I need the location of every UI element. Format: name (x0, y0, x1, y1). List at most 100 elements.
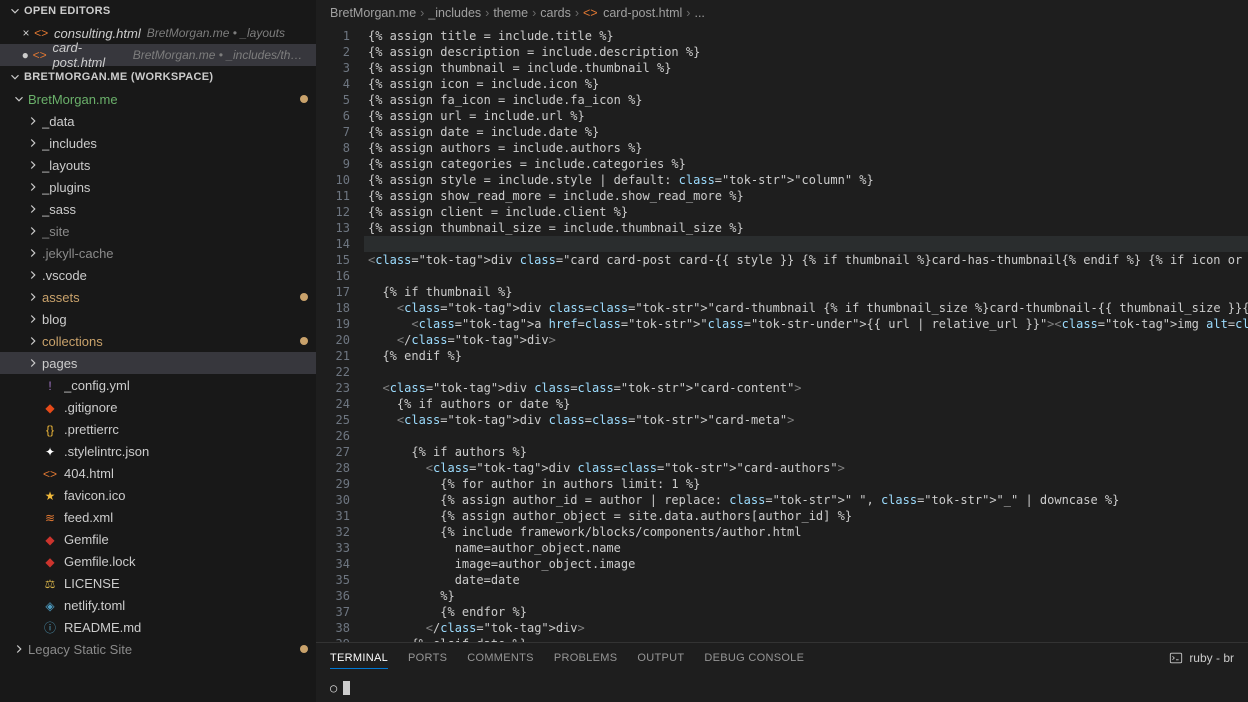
code-line[interactable]: </class="tok-tag">div> (364, 332, 1248, 348)
panel-tab-debug-console[interactable]: DEBUG CONSOLE (704, 652, 804, 664)
tree-file[interactable]: ! _config.yml (0, 374, 316, 396)
code-line[interactable]: <class="tok-tag">div class="card card-po… (364, 252, 1248, 268)
tree-file[interactable]: ◆ Gemfile (0, 528, 316, 550)
code-line[interactable]: {% include framework/blocks/components/a… (364, 524, 1248, 540)
code-line[interactable] (364, 268, 1248, 284)
open-editor-item[interactable]: ● <> card-post.html BretMorgan.me • _inc… (0, 44, 316, 66)
chevron-right-icon (26, 202, 40, 216)
file-icon: ◆ (42, 532, 58, 547)
code-line[interactable]: %} (364, 588, 1248, 604)
tree-item-label: _sass (42, 202, 308, 217)
tree-item-label: _plugins (42, 180, 308, 195)
breadcrumb-item[interactable]: ... (694, 6, 704, 20)
code-line[interactable] (364, 364, 1248, 380)
code-line[interactable]: {% assign thumbnail = include.thumbnail … (364, 60, 1248, 76)
code-line[interactable]: date=date (364, 572, 1248, 588)
tree-file[interactable]: {} .prettierrc (0, 418, 316, 440)
panel-tab-problems[interactable]: PROBLEMS (554, 652, 618, 664)
tree-file[interactable]: ≋ feed.xml (0, 506, 316, 528)
terminal-body[interactable]: ○ (316, 673, 1248, 702)
tree-folder[interactable]: _includes (0, 132, 316, 154)
code-line[interactable]: {% assign author_object = site.data.auth… (364, 508, 1248, 524)
code-line[interactable]: <class="tok-tag">div class=class="tok-st… (364, 412, 1248, 428)
tree-folder[interactable]: _sass (0, 198, 316, 220)
tree-folder[interactable]: _layouts (0, 154, 316, 176)
tree-folder[interactable]: .vscode (0, 264, 316, 286)
tree-file[interactable]: ⚖ LICENSE (0, 572, 316, 594)
breadcrumb-item[interactable]: cards (540, 6, 571, 20)
tree-folder[interactable]: pages (0, 352, 316, 374)
panel-tab-ports[interactable]: PORTS (408, 652, 447, 664)
panel-tab-comments[interactable]: COMMENTS (467, 652, 534, 664)
code-line[interactable]: <class="tok-tag">div class=class="tok-st… (364, 460, 1248, 476)
tree-item-label: Gemfile.lock (64, 554, 308, 569)
tree-file[interactable]: ⓘ README.md (0, 616, 316, 638)
code-line[interactable]: </class="tok-tag">div> (364, 620, 1248, 636)
code-line[interactable]: <class="tok-tag">a href=class="tok-str">… (364, 316, 1248, 332)
file-tree: BretMorgan.me _data _includes _layouts _… (0, 88, 316, 660)
tree-folder[interactable]: assets (0, 286, 316, 308)
code-line[interactable]: {% if authors %} (364, 444, 1248, 460)
file-icon: ◆ (42, 554, 58, 569)
code-line[interactable]: {% if thumbnail %} (364, 284, 1248, 300)
panel-shell-label: ruby - br (1189, 651, 1234, 665)
code-line[interactable]: <class="tok-tag">div class=class="tok-st… (364, 380, 1248, 396)
panel-tab-terminal[interactable]: TERMINAL (330, 652, 388, 669)
tree-file[interactable]: ★ favicon.ico (0, 484, 316, 506)
tree-file[interactable]: ◆ Gemfile.lock (0, 550, 316, 572)
tree-folder[interactable]: blog (0, 308, 316, 330)
code-line[interactable]: {% assign style = include.style | defaul… (364, 172, 1248, 188)
code-line[interactable]: {% assign author_id = author | replace: … (364, 492, 1248, 508)
modified-dot-icon (300, 645, 308, 653)
code-line[interactable]: {% for author in authors limit: 1 %} (364, 476, 1248, 492)
tree-folder[interactable]: _site (0, 220, 316, 242)
tree-file[interactable]: ◆ .gitignore (0, 396, 316, 418)
code-line[interactable]: {% assign thumbnail_size = include.thumb… (364, 220, 1248, 236)
code-line[interactable]: name=author_object.name (364, 540, 1248, 556)
breadcrumbs[interactable]: BretMorgan.me›_includes›theme›cards›<> c… (316, 0, 1248, 26)
workspace-header[interactable]: BRETMORGAN.ME (WORKSPACE) (0, 66, 316, 88)
breadcrumb-item[interactable]: theme (493, 6, 528, 20)
modified-dot-icon[interactable]: ● (18, 48, 32, 62)
code-line[interactable]: {% assign fa_icon = include.fa_icon %} (364, 92, 1248, 108)
editor-filepath: BretMorgan.me • _includes/theme/... (133, 48, 308, 62)
tree-folder[interactable]: Legacy Static Site (0, 638, 316, 660)
open-editors-header[interactable]: OPEN EDITORS (0, 0, 316, 22)
file-icon: ⓘ (42, 619, 58, 636)
panel-tab-output[interactable]: OUTPUT (637, 652, 684, 664)
code-line[interactable] (364, 236, 1248, 252)
tree-folder[interactable]: BretMorgan.me (0, 88, 316, 110)
breadcrumb-item[interactable]: _includes (428, 6, 481, 20)
code-line[interactable]: {% endfor %} (364, 604, 1248, 620)
code-line[interactable]: {% endif %} (364, 348, 1248, 364)
tree-file[interactable]: ✦ .stylelintrc.json (0, 440, 316, 462)
editor[interactable]: 1234567891011121314151617181920212223242… (316, 26, 1248, 642)
code-line[interactable]: <class="tok-tag">div class=class="tok-st… (364, 300, 1248, 316)
tree-file[interactable]: ◈ netlify.toml (0, 594, 316, 616)
code-line[interactable]: {% assign description = include.descript… (364, 44, 1248, 60)
tree-folder[interactable]: _data (0, 110, 316, 132)
code-line[interactable]: {% assign title = include.title %} (364, 28, 1248, 44)
code-line[interactable]: {% assign categories = include.categorie… (364, 156, 1248, 172)
close-icon[interactable]: × (18, 26, 34, 40)
tree-folder[interactable]: collections (0, 330, 316, 352)
tree-folder[interactable]: _plugins (0, 176, 316, 198)
breadcrumb-item[interactable]: BretMorgan.me (330, 6, 416, 20)
code-line[interactable]: {% assign date = include.date %} (364, 124, 1248, 140)
code-line[interactable]: {% assign client = include.client %} (364, 204, 1248, 220)
code-line[interactable]: {% assign authors = include.authors %} (364, 140, 1248, 156)
file-icon: ✦ (42, 444, 58, 459)
code-line[interactable]: image=author_object.image (364, 556, 1248, 572)
breadcrumb-item[interactable]: <> card-post.html (583, 6, 682, 20)
panel-shell-indicator[interactable]: ruby - br (1169, 651, 1234, 665)
tree-file[interactable]: <> 404.html (0, 462, 316, 484)
open-editor-item[interactable]: × <> consulting.html BretMorgan.me • _la… (0, 22, 316, 44)
code-line[interactable]: {% assign show_read_more = include.show_… (364, 188, 1248, 204)
code-line[interactable]: {% assign url = include.url %} (364, 108, 1248, 124)
code-area[interactable]: {% assign title = include.title %}{% ass… (364, 26, 1248, 642)
code-line[interactable] (364, 428, 1248, 444)
tree-folder[interactable]: .jekyll-cache (0, 242, 316, 264)
code-line[interactable]: {% if authors or date %} (364, 396, 1248, 412)
tree-item-label: .gitignore (64, 400, 308, 415)
code-line[interactable]: {% assign icon = include.icon %} (364, 76, 1248, 92)
